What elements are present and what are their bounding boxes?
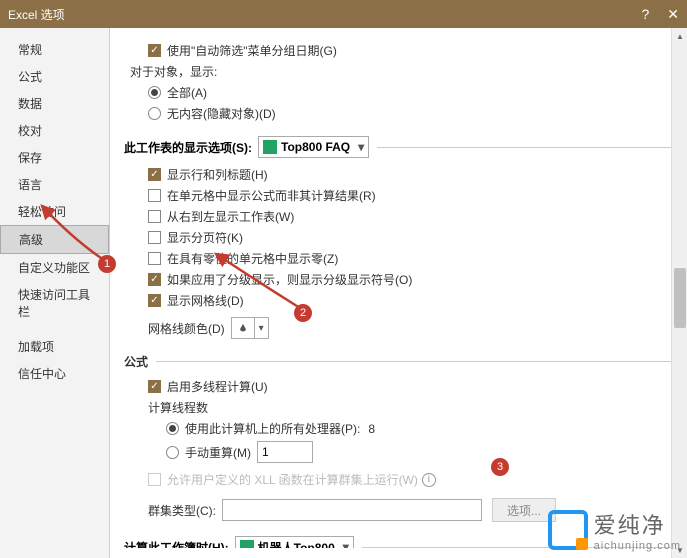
row-zero-values: 在具有零值的单元格中显示零(Z) [124,250,687,267]
row-formulas-in-cells: 在单元格中显示公式而非其计算结果(R) [124,187,687,204]
sidebar-item-advanced[interactable]: 高级 [0,225,109,254]
vertical-scrollbar[interactable]: ▲ ▼ [671,28,687,558]
watermark-text-en: aichunjing.com [594,540,681,552]
label-cluster-type: 群集类型(C): [148,502,216,519]
section-formulas: 公式 [124,353,687,370]
radio-objects-all[interactable] [148,86,161,99]
options-content: ✓ 使用"自动筛选"菜单分组日期(G) 对于对象，显示: 全部(A) 无内容(隐… [110,28,687,558]
section-workbook-title: 计算此工作簿时(H): [124,539,229,549]
sidebar-item-formulas[interactable]: 公式 [0,63,109,90]
row-outline-symbols: ✓ 如果应用了分级显示，则显示分级显示符号(O) [124,271,687,288]
checkbox-gridlines[interactable]: ✓ [148,294,161,307]
sidebar-item-save[interactable]: 保存 [0,144,109,171]
checkbox-formulas-in-cells[interactable] [148,189,161,202]
sidebar-item-trust[interactable]: 信任中心 [0,360,109,387]
section-formulas-title: 公式 [124,353,148,370]
close-button[interactable]: ✕ [667,6,679,23]
watermark-logo [548,510,588,550]
sidebar-item-addins[interactable]: 加载项 [0,333,109,360]
row-threads-label: 计算线程数 [124,399,687,416]
sidebar-item-language[interactable]: 语言 [0,171,109,198]
label-use-all: 使用此计算机上的所有处理器(P): [185,420,360,437]
label-udf-cluster: 允许用户定义的 XLL 函数在计算群集上运行(W) [167,471,418,488]
row-manual: 手动重算(M) 1 [124,441,687,463]
manual-threads-spin[interactable]: 1 [257,441,313,463]
checkbox-page-breaks[interactable] [148,231,161,244]
label-autofilter-group-dates: 使用"自动筛选"菜单分组日期(G) [167,42,337,59]
section-worksheet-display: 此工作表的显示选项(S): Top800 FAQ [124,136,687,158]
sidebar-item-quick-access[interactable]: 快速访问工具栏 [0,281,109,325]
row-page-breaks: 显示分页符(K) [124,229,687,246]
sidebar-item-proofing[interactable]: 校对 [0,117,109,144]
info-icon[interactable]: i [422,473,436,487]
scrollbar-thumb[interactable] [674,268,686,328]
label-manual: 手动重算(M) [185,444,251,461]
help-button[interactable]: ? [641,6,649,22]
chevron-down-icon: ▾ [254,318,268,338]
paint-icon [232,318,254,338]
watermark-text-cn: 爱纯净 [594,508,681,540]
label-objects-none: 无内容(隐藏对象)(D) [167,105,276,122]
label-grid-color: 网格线颜色(D) [148,320,225,337]
checkbox-row-col-headers[interactable]: ✓ [148,168,161,181]
label-page-breaks: 显示分页符(K) [167,229,243,246]
label-right-to-left: 从右到左显示工作表(W) [167,208,294,225]
cluster-options-button[interactable]: 选项... [492,498,556,522]
label-zero-values: 在具有零值的单元格中显示零(Z) [167,250,338,267]
label-row-col-headers: 显示行和列标题(H) [167,166,268,183]
watermark: 爱纯净 aichunjing.com [548,508,681,552]
title-controls: ? ✕ [641,6,679,23]
row-use-all: 使用此计算机上的所有处理器(P): 8 [124,420,687,437]
category-sidebar: 常规 公式 数据 校对 保存 语言 轻松访问 高级 自定义功能区 快速访问工具栏… [0,28,110,558]
sidebar-item-customize-ribbon[interactable]: 自定义功能区 [0,254,109,281]
label-gridlines: 显示网格线(D) [167,292,244,309]
label-outline-symbols: 如果应用了分级显示，则显示分级显示符号(O) [167,271,412,288]
label-objects-title: 对于对象，显示: [130,63,217,80]
row-gridlines: ✓ 显示网格线(D) [124,292,687,309]
combo-workbook-value: 机器人Top800 [258,539,335,549]
combo-workbook[interactable]: 机器人Top800 [235,536,354,548]
combo-worksheet[interactable]: Top800 FAQ [258,136,369,158]
radio-manual[interactable] [166,446,179,459]
label-use-all-value: 8 [368,422,375,436]
row-udf-cluster: 允许用户定义的 XLL 函数在计算群集上运行(W) i [124,471,687,488]
row-right-to-left: 从右到左显示工作表(W) [124,208,687,225]
workbook-icon [240,540,254,548]
sidebar-item-general[interactable]: 常规 [0,36,109,63]
row-multithread: ✓ 启用多线程计算(U) [124,378,687,395]
window-title: Excel 选项 [8,6,65,23]
sidebar-item-data[interactable]: 数据 [0,90,109,117]
label-formulas-in-cells: 在单元格中显示公式而非其计算结果(R) [167,187,376,204]
combo-worksheet-value: Top800 FAQ [281,140,350,154]
row-autofilter-group-dates: ✓ 使用"自动筛选"菜单分组日期(G) [124,42,687,59]
title-bar: Excel 选项 ? ✕ [0,0,687,28]
label-objects-all: 全部(A) [167,84,207,101]
radio-use-all[interactable] [166,422,179,435]
label-multithread: 启用多线程计算(U) [167,378,268,395]
row-row-col-headers: ✓ 显示行和列标题(H) [124,166,687,183]
row-objects-none: 无内容(隐藏对象)(D) [124,105,687,122]
label-threads: 计算线程数 [148,399,208,416]
row-grid-color: 网格线颜色(D) ▾ [124,317,687,339]
scrollbar-up-arrow[interactable]: ▲ [672,28,687,44]
checkbox-udf-cluster [148,473,161,486]
row-objects-all: 全部(A) [124,84,687,101]
section-worksheet-title: 此工作表的显示选项(S): [124,139,252,156]
checkbox-autofilter-group-dates[interactable]: ✓ [148,44,161,57]
dialog-body: 常规 公式 数据 校对 保存 语言 轻松访问 高级 自定义功能区 快速访问工具栏… [0,28,687,558]
sidebar-item-ease[interactable]: 轻松访问 [0,198,109,225]
scroll-area: ✓ 使用"自动筛选"菜单分组日期(G) 对于对象，显示: 全部(A) 无内容(隐… [124,38,687,548]
radio-objects-none[interactable] [148,107,161,120]
row-objects-title: 对于对象，显示: [124,63,687,80]
grid-color-picker[interactable]: ▾ [231,317,269,339]
cluster-type-combo[interactable] [222,499,482,521]
checkbox-outline-symbols[interactable]: ✓ [148,273,161,286]
sheet-icon [263,140,277,154]
checkbox-zero-values[interactable] [148,252,161,265]
checkbox-multithread[interactable]: ✓ [148,380,161,393]
checkbox-right-to-left[interactable] [148,210,161,223]
